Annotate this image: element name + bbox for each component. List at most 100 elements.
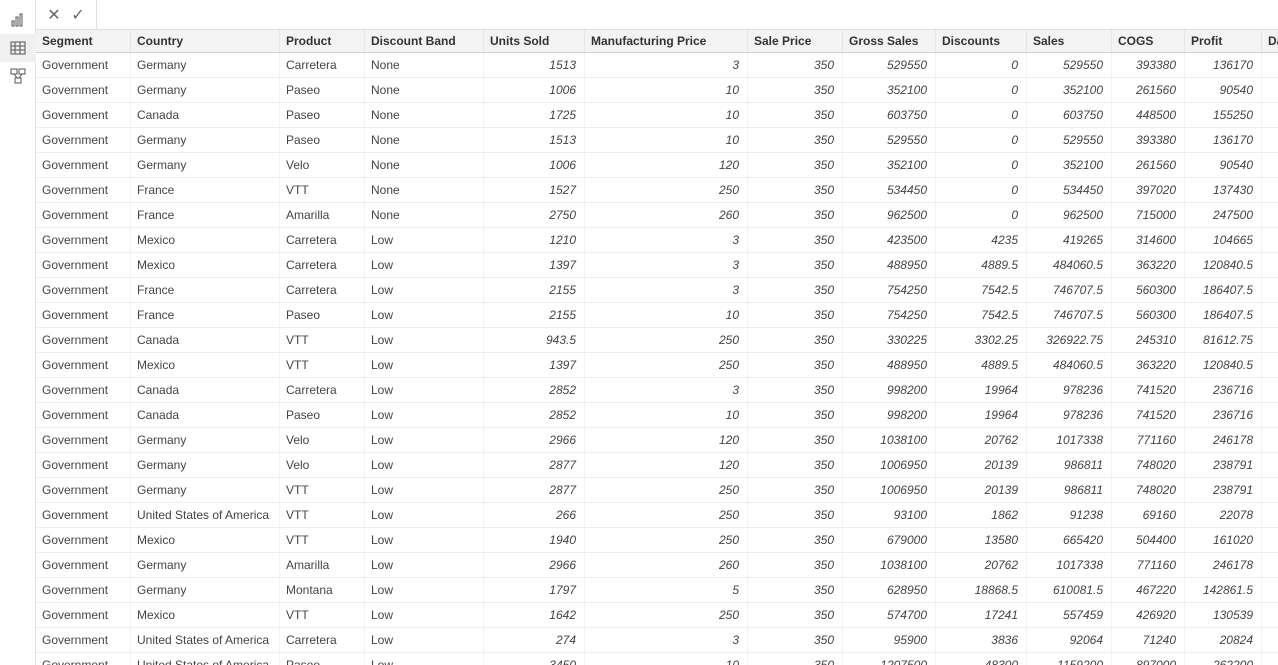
cell[interactable]: 261560	[1112, 153, 1185, 178]
cell[interactable]: 943.5	[484, 328, 585, 353]
cell[interactable]: 754250	[843, 303, 936, 328]
cell[interactable]: Friday, August 1, 2014	[1262, 603, 1278, 628]
cell[interactable]: 314600	[1112, 228, 1185, 253]
cell[interactable]: VTT	[280, 478, 365, 503]
cell[interactable]: 10	[585, 303, 748, 328]
cell[interactable]: 10	[585, 128, 748, 153]
cell[interactable]: 3	[585, 53, 748, 78]
cell[interactable]: Velo	[280, 153, 365, 178]
cell[interactable]: France	[131, 278, 280, 303]
cell[interactable]: 330225	[843, 328, 936, 353]
cell[interactable]: 10	[585, 403, 748, 428]
cell[interactable]: 20762	[936, 428, 1027, 453]
cell[interactable]: Sunday, September 1, 2013	[1262, 578, 1278, 603]
cell[interactable]: 628950	[843, 578, 936, 603]
cell[interactable]: Carretera	[280, 628, 365, 653]
cell[interactable]: 350	[748, 578, 843, 603]
cell[interactable]: 246178	[1185, 428, 1262, 453]
col-header-country[interactable]: Country	[131, 30, 280, 53]
table-row[interactable]: GovernmentCanadaPaseoNone172510350603750…	[36, 103, 1278, 128]
cell[interactable]: Canada	[131, 403, 280, 428]
cell[interactable]: 236716	[1185, 378, 1262, 403]
cell[interactable]: United States of America	[131, 503, 280, 528]
cell[interactable]: 352100	[1027, 153, 1112, 178]
col-header-mfg-price[interactable]: Manufacturing Price	[585, 30, 748, 53]
cell[interactable]: 261560	[1112, 78, 1185, 103]
cell[interactable]: Amarilla	[280, 203, 365, 228]
cell[interactable]: 3	[585, 628, 748, 653]
cell[interactable]: 557459	[1027, 603, 1112, 628]
table-row[interactable]: GovernmentGermanyVeloLow2966120350103810…	[36, 428, 1278, 453]
cell[interactable]: 3836	[936, 628, 1027, 653]
cell[interactable]: 534450	[1027, 178, 1112, 203]
cell[interactable]: 130539	[1185, 603, 1262, 628]
cell[interactable]: 484060.5	[1027, 253, 1112, 278]
cell[interactable]: Low	[365, 253, 484, 278]
cell[interactable]: 10	[585, 78, 748, 103]
cell[interactable]: 250	[585, 178, 748, 203]
cell[interactable]: 4889.5	[936, 253, 1027, 278]
cell[interactable]: 20139	[936, 453, 1027, 478]
cell[interactable]: 741520	[1112, 378, 1185, 403]
cell[interactable]: 3	[585, 253, 748, 278]
cell[interactable]: 998200	[843, 403, 936, 428]
table-row[interactable]: GovernmentFranceAmarillaNone275026035096…	[36, 203, 1278, 228]
cell[interactable]: 350	[748, 303, 843, 328]
cell[interactable]: Canada	[131, 103, 280, 128]
table-row[interactable]: GovernmentFranceVTTNone15272503505344500…	[36, 178, 1278, 203]
cell[interactable]: 1940	[484, 528, 585, 553]
cell[interactable]: 260	[585, 553, 748, 578]
cell[interactable]: Government	[36, 253, 131, 278]
cell[interactable]: 250	[585, 603, 748, 628]
cell[interactable]: Low	[365, 278, 484, 303]
cell[interactable]: Wednesday, October 1, 2014	[1262, 253, 1278, 278]
cell[interactable]: 771160	[1112, 553, 1185, 578]
cell[interactable]: 2852	[484, 378, 585, 403]
cell[interactable]: 0	[936, 103, 1027, 128]
cell[interactable]: 93100	[843, 503, 936, 528]
cell[interactable]: 19964	[936, 403, 1027, 428]
col-header-sale-price[interactable]: Sale Price	[748, 30, 843, 53]
cell[interactable]: Government	[36, 128, 131, 153]
cell[interactable]: Government	[36, 103, 131, 128]
cell[interactable]: 748020	[1112, 478, 1185, 503]
cell[interactable]: Saturday, February 1, 2014	[1262, 203, 1278, 228]
cell[interactable]: Government	[36, 78, 131, 103]
cell[interactable]: Sunday, December 1, 2013	[1262, 528, 1278, 553]
cell[interactable]: 350	[748, 153, 843, 178]
cell[interactable]: 4235	[936, 228, 1027, 253]
cell[interactable]: 560300	[1112, 278, 1185, 303]
cell[interactable]: Low	[365, 503, 484, 528]
data-view-button[interactable]	[0, 34, 36, 62]
cell[interactable]: None	[365, 103, 484, 128]
cell[interactable]: 448500	[1112, 103, 1185, 128]
cell[interactable]: 2750	[484, 203, 585, 228]
cell[interactable]: 262200	[1185, 653, 1262, 665]
cell[interactable]: 1006	[484, 78, 585, 103]
cell[interactable]: 1725	[484, 103, 585, 128]
cell[interactable]: 679000	[843, 528, 936, 553]
cell[interactable]: 393380	[1112, 53, 1185, 78]
cell[interactable]: 488950	[843, 253, 936, 278]
cell[interactable]: United States of America	[131, 653, 280, 665]
cell[interactable]: 17241	[936, 603, 1027, 628]
cell[interactable]: 393380	[1112, 128, 1185, 153]
cell[interactable]: Government	[36, 428, 131, 453]
cell[interactable]: Low	[365, 578, 484, 603]
cell[interactable]: 350	[748, 553, 843, 578]
cell[interactable]: 978236	[1027, 403, 1112, 428]
cell[interactable]: Mexico	[131, 228, 280, 253]
cell[interactable]: 1017338	[1027, 553, 1112, 578]
cell[interactable]: Germany	[131, 128, 280, 153]
cell[interactable]: 574700	[843, 603, 936, 628]
cell[interactable]: 1210	[484, 228, 585, 253]
cell[interactable]: 603750	[843, 103, 936, 128]
cell[interactable]: None	[365, 153, 484, 178]
cell[interactable]: 238791	[1185, 478, 1262, 503]
cell[interactable]: 95900	[843, 628, 936, 653]
table-row[interactable]: GovernmentGermanyAmarillaLow296626035010…	[36, 553, 1278, 578]
cell[interactable]: 529550	[843, 128, 936, 153]
cell[interactable]: 426920	[1112, 603, 1185, 628]
cell[interactable]: 363220	[1112, 253, 1185, 278]
cell[interactable]: Government	[36, 178, 131, 203]
